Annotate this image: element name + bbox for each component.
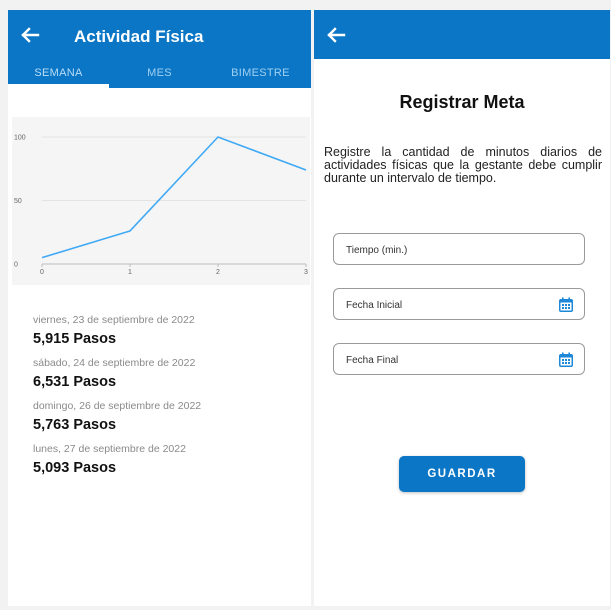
- tab-mes[interactable]: MES: [109, 62, 210, 88]
- line-chart: 0 50 100 0 1 2 3: [14, 135, 308, 277]
- register-goal-screen: Registrar Meta Registre la cantidad de m…: [314, 10, 610, 606]
- x-tick-label: 2: [216, 269, 220, 276]
- form-title: Registrar Meta: [399, 92, 525, 112]
- save-button[interactable]: GUARDAR: [399, 456, 525, 492]
- x-tick-label: 1: [128, 269, 132, 276]
- arrow-left-icon[interactable]: [18, 23, 42, 47]
- form-description: Registre la cantidad de minutos diarios …: [324, 145, 602, 185]
- start-date-field[interactable]: [333, 288, 585, 321]
- time-field[interactable]: [333, 233, 585, 266]
- entry-steps: 5,915 Pasos: [33, 331, 117, 347]
- y-tick-label: 0: [14, 262, 18, 269]
- calendar-icon[interactable]: [558, 297, 574, 313]
- tab-semana[interactable]: SEMANA: [8, 62, 109, 88]
- end-date-field[interactable]: [333, 343, 585, 376]
- y-tick-label: 50: [14, 198, 22, 205]
- series-line: [41, 136, 307, 259]
- list-item: viernes, 23 de septiembre de 2022 5,915 …: [33, 314, 303, 347]
- entry-steps: 6,531 Pasos: [33, 374, 117, 390]
- entry-date: domingo, 26 de septiembre de 2022: [33, 400, 202, 412]
- entry-date: viernes, 23 de septiembre de 2022: [33, 314, 195, 326]
- app-bar: Actividad Física SEMANA MES BIMESTRE: [8, 10, 311, 88]
- list-item: lunes, 27 de septiembre de 2022 5,093 Pa…: [33, 443, 303, 476]
- calendar-icon[interactable]: [558, 352, 574, 368]
- activity-chart: 0 50 100 0 1 2 3: [12, 117, 310, 285]
- list-item: domingo, 26 de septiembre de 2022 5,763 …: [33, 400, 303, 433]
- time-input[interactable]: [344, 234, 548, 266]
- period-tabs: SEMANA MES BIMESTRE: [8, 62, 311, 88]
- activity-screen: Actividad Física SEMANA MES BIMESTRE 0 50…: [8, 10, 311, 606]
- y-tick-label: 100: [14, 135, 26, 142]
- entry-steps: 5,093 Pasos: [33, 460, 117, 476]
- page-title: Actividad Física: [74, 27, 204, 46]
- app-bar: [314, 10, 610, 59]
- end-date-input[interactable]: [344, 344, 548, 376]
- entry-steps: 5,763 Pasos: [33, 417, 117, 433]
- start-date-input[interactable]: [344, 289, 548, 321]
- x-tick-label: 3: [304, 269, 308, 276]
- entry-date: lunes, 27 de septiembre de 2022: [33, 443, 186, 455]
- entry-date: sábado, 24 de septiembre de 2022: [33, 357, 196, 369]
- list-item: sábado, 24 de septiembre de 2022 6,531 P…: [33, 357, 303, 390]
- tab-bimestre[interactable]: BIMESTRE: [210, 62, 311, 88]
- x-tick-label: 0: [40, 269, 44, 276]
- activity-list: viernes, 23 de septiembre de 2022 5,915 …: [33, 314, 303, 486]
- arrow-left-icon[interactable]: [324, 23, 348, 47]
